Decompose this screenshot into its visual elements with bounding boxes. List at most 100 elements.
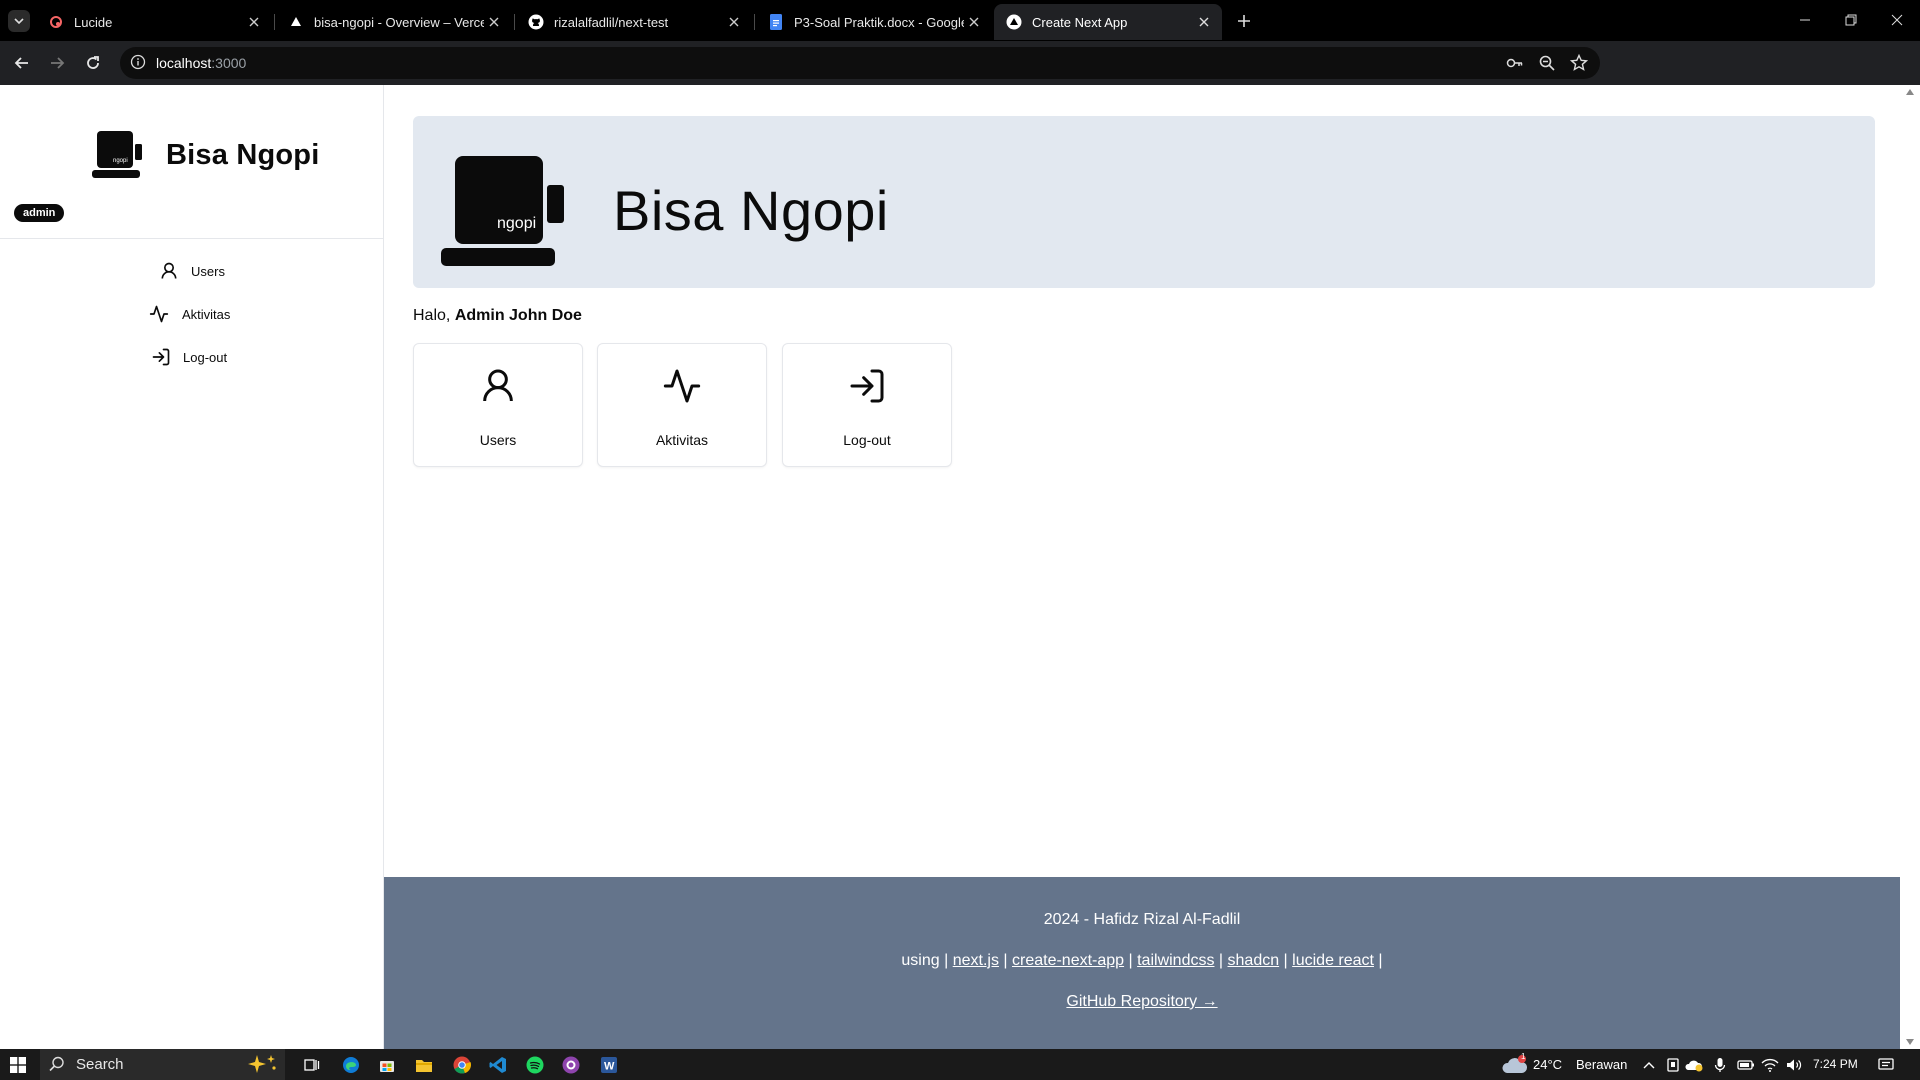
chevron-up-icon[interactable] xyxy=(1639,1055,1659,1075)
log-in-icon xyxy=(151,347,171,367)
tray-device-icon[interactable] xyxy=(1663,1055,1683,1075)
ngopi-logo-icon: ngopi xyxy=(441,156,567,266)
minimize-button[interactable] xyxy=(1782,0,1828,40)
footer-using-label: using xyxy=(901,952,940,969)
github-repository-link[interactable]: GitHub Repository → xyxy=(1066,993,1217,1010)
tab-search-button[interactable] xyxy=(8,10,30,32)
card-label: Aktivitas xyxy=(655,432,709,448)
close-tab-icon[interactable] xyxy=(486,14,502,30)
notifications-icon[interactable] xyxy=(1876,1055,1896,1075)
tab-title: P3-Soal Praktik.docx - Google D xyxy=(794,14,964,30)
lucide-favicon-icon xyxy=(48,14,64,30)
microphone-icon[interactable] xyxy=(1710,1055,1730,1075)
close-tab-icon[interactable] xyxy=(246,14,262,30)
windows-start-icon[interactable] xyxy=(8,1055,28,1075)
tab-separator xyxy=(754,14,755,30)
new-tab-button[interactable] xyxy=(1232,10,1256,32)
activity-icon xyxy=(148,304,170,324)
restore-button[interactable] xyxy=(1828,0,1874,40)
minimize-icon xyxy=(1800,19,1810,21)
page-scrollbar[interactable] xyxy=(1900,85,1920,1049)
password-key-icon[interactable] xyxy=(1506,54,1524,72)
edge-app-icon[interactable] xyxy=(341,1055,361,1075)
reload-button[interactable] xyxy=(79,49,107,77)
close-tab-icon[interactable] xyxy=(966,14,982,30)
zoom-icon[interactable] xyxy=(1538,54,1556,72)
card-label: Users xyxy=(479,432,517,448)
tab-title: Lucide xyxy=(74,14,113,30)
sparkle-icon xyxy=(245,1053,279,1075)
chrome-app-icon[interactable] xyxy=(452,1055,472,1075)
web-page: ngopi Bisa Ngopi admin Users Aktivitas L… xyxy=(0,85,1920,1049)
spotify-app-icon[interactable] xyxy=(525,1055,545,1075)
close-icon xyxy=(1891,14,1903,26)
sidebar-item-aktivitas[interactable]: Aktivitas xyxy=(148,304,230,324)
onedrive-icon[interactable] xyxy=(1684,1055,1704,1075)
link-create-next-app[interactable]: create-next-app xyxy=(1012,952,1124,969)
wifi-icon[interactable] xyxy=(1760,1055,1780,1075)
vercel-favicon-icon xyxy=(288,14,304,30)
user-icon xyxy=(159,261,179,281)
link-tailwindcss[interactable]: tailwindcss xyxy=(1137,952,1214,969)
file-explorer-app-icon[interactable] xyxy=(414,1055,434,1075)
bookmark-star-icon[interactable] xyxy=(1570,54,1588,72)
taskbar-search-box[interactable]: Search xyxy=(40,1049,285,1080)
link-lucide-react[interactable]: lucide react xyxy=(1292,952,1374,969)
main-content: ngopi Bisa Ngopi Halo, Admin John Doe Us… xyxy=(384,85,1900,1049)
url-port: :3000 xyxy=(211,55,247,71)
footer: 2024 - Hafidz Rizal Al-Fadlil using | ne… xyxy=(384,877,1900,1049)
link-shadcn[interactable]: shadcn xyxy=(1228,952,1280,969)
weather-condition[interactable]: Berawan xyxy=(1576,1057,1627,1072)
browser-tab[interactable]: P3-Soal Praktik.docx - Google D xyxy=(756,4,992,40)
sidebar-item-log-out[interactable]: Log-out xyxy=(151,347,227,367)
tab-separator xyxy=(274,14,275,30)
scroll-up-arrow-icon[interactable] xyxy=(1906,89,1914,95)
browser-tab-active[interactable]: Create Next App xyxy=(994,4,1222,40)
back-button[interactable] xyxy=(8,49,36,77)
card-log-out[interactable]: Log-out xyxy=(782,343,952,467)
close-tab-icon[interactable] xyxy=(1196,14,1212,30)
sidebar-brand[interactable]: ngopi Bisa Ngopi xyxy=(90,131,319,179)
sidebar-item-users[interactable]: Users xyxy=(159,261,225,281)
browser-tab[interactable]: Lucide xyxy=(36,4,272,40)
scroll-down-arrow-icon[interactable] xyxy=(1906,1039,1914,1045)
sidebar-divider xyxy=(0,238,383,239)
sidebar: ngopi Bisa Ngopi admin Users Aktivitas L… xyxy=(0,85,384,1049)
volume-icon[interactable] xyxy=(1784,1055,1804,1075)
activity-icon xyxy=(662,366,702,406)
hero-title: Bisa Ngopi xyxy=(613,179,889,242)
browser-toolbar: localhost:3000 G NEW xyxy=(0,41,1920,113)
svg-text:ngopi: ngopi xyxy=(497,215,536,232)
store-app-icon[interactable] xyxy=(377,1055,397,1075)
link-nextjs[interactable]: next.js xyxy=(953,952,999,969)
vscode-app-icon[interactable] xyxy=(488,1055,508,1075)
url-host: localhost xyxy=(156,55,212,71)
task-view-icon[interactable] xyxy=(302,1055,322,1075)
close-window-button[interactable] xyxy=(1874,0,1920,40)
weather-temperature[interactable]: 24°C xyxy=(1533,1057,1562,1072)
browser-tab[interactable]: bisa-ngopi - Overview – Vercel xyxy=(276,4,512,40)
card-label: Log-out xyxy=(843,432,891,448)
browser-tab[interactable]: rizalalfadlil/next-test xyxy=(516,4,752,40)
card-users[interactable]: Users xyxy=(413,343,583,467)
taskbar-clock[interactable]: 7:24 PM xyxy=(1813,1057,1858,1071)
sidebar-item-label: Aktivitas xyxy=(182,306,231,322)
weather-alert-count: 1 xyxy=(1521,1052,1526,1061)
weather-cloud-icon[interactable]: 1 xyxy=(1502,1052,1528,1075)
footer-repo: GitHub Repository → xyxy=(384,993,1900,1011)
github-desktop-app-icon[interactable] xyxy=(561,1055,581,1075)
role-badge: admin xyxy=(14,204,65,222)
battery-icon[interactable] xyxy=(1736,1055,1756,1075)
restore-icon xyxy=(1845,14,1857,26)
sidebar-item-label: Users xyxy=(191,263,225,279)
svg-text:W: W xyxy=(604,1061,615,1073)
footer-credit: 2024 - Hafidz Rizal Al-Fadlil xyxy=(1043,911,1241,928)
address-bar[interactable]: localhost:3000 xyxy=(120,47,1600,79)
close-tab-icon[interactable] xyxy=(726,14,742,30)
forward-button[interactable] xyxy=(43,49,71,77)
plus-icon xyxy=(1238,15,1250,27)
word-app-icon[interactable]: W xyxy=(599,1055,619,1075)
site-info-icon[interactable] xyxy=(130,54,146,70)
card-aktivitas[interactable]: Aktivitas xyxy=(597,343,767,467)
greeting-prefix: Halo, xyxy=(413,307,451,324)
